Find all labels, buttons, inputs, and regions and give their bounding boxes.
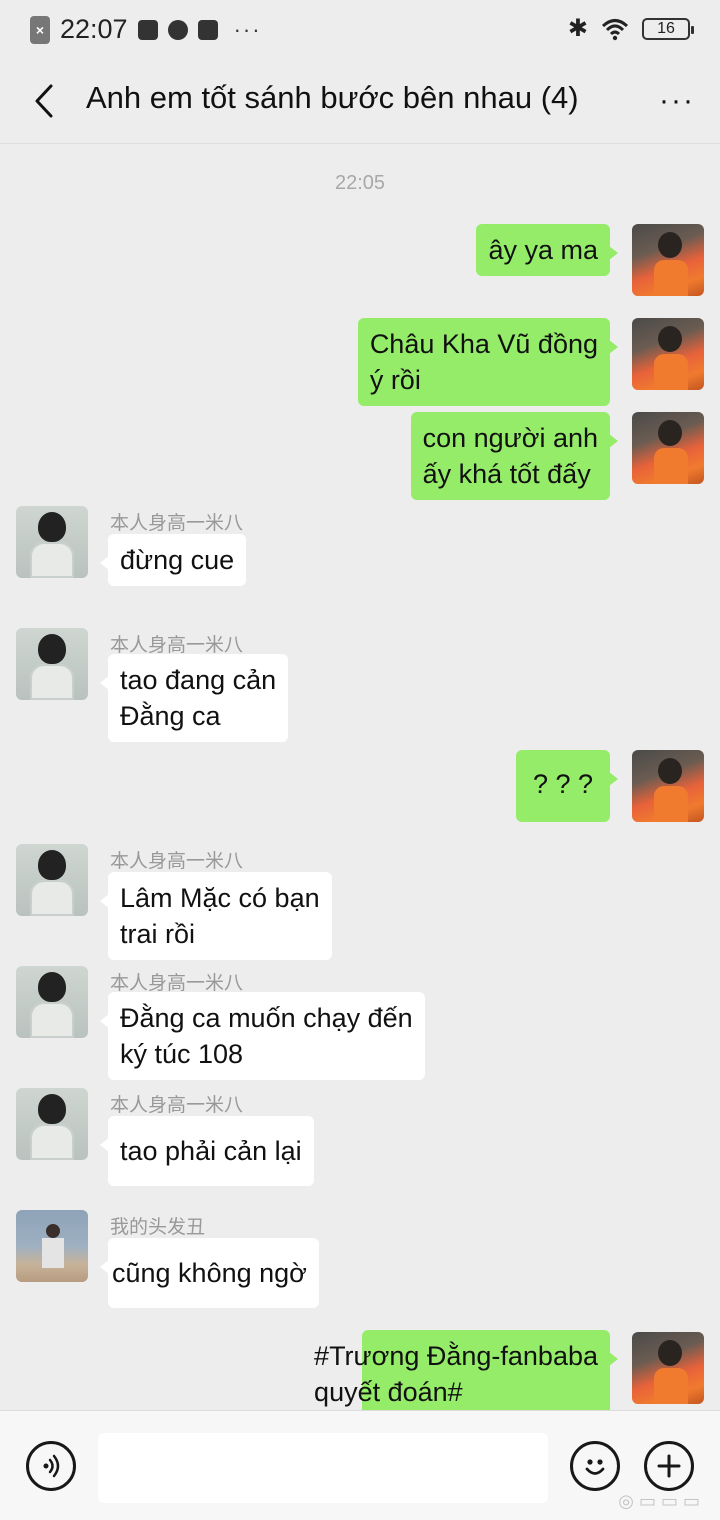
battery-icon: 16 xyxy=(642,17,694,40)
message-line: Đằng ca muốn chạy đến xyxy=(120,1003,413,1033)
screenshot-icon xyxy=(137,19,158,40)
app-notification-icon xyxy=(167,19,188,40)
sender-name: 我的头发丑 xyxy=(110,1217,206,1238)
message-bubble-incoming[interactable]: cũng không ngờ xyxy=(100,1238,319,1308)
message-bubble-incoming[interactable]: đừng cue xyxy=(99,534,247,586)
message-bubble-incoming[interactable]: Lâm Mặc có bạn trai rồi xyxy=(100,872,332,960)
avatar-self[interactable] xyxy=(632,224,704,296)
ellipsis-icon: ··· xyxy=(659,84,695,117)
plus-icon xyxy=(657,1454,681,1478)
sender-name: 本人身高一米八 xyxy=(110,973,244,994)
message-bubble-outgoing[interactable]: Châu Kha Vũ đồng ý rồi xyxy=(357,318,619,406)
chat-title: Anh em tốt sánh bước bên nhau (4) xyxy=(86,80,579,115)
message-timestamp: 22:05 xyxy=(334,172,386,194)
sender-name: 本人身高一米八 xyxy=(110,635,244,656)
status-bar: × 22:07 ··· ✱ 16 xyxy=(0,0,720,58)
more-button[interactable]: ··· xyxy=(652,78,702,124)
message-line: tao phải cản lại xyxy=(120,1136,302,1166)
message-line: ý rồi xyxy=(369,365,421,395)
message-line: ký túc 108 xyxy=(120,1039,244,1069)
notification-icon: × xyxy=(30,15,50,44)
avatar-self[interactable] xyxy=(632,318,704,390)
sender-name: 本人身高一米八 xyxy=(110,851,244,872)
message-line: tao đang cản xyxy=(120,665,277,695)
message-line: quyết đoán# xyxy=(314,1377,463,1407)
mail-icon xyxy=(197,19,218,40)
chevron-left-icon xyxy=(35,84,53,118)
smiley-icon xyxy=(585,1459,605,1475)
avatar-self[interactable] xyxy=(632,1332,704,1404)
avatar-self[interactable] xyxy=(632,412,704,484)
watermark-logo: ◎ ▭ ▭ ▭ xyxy=(618,1491,700,1511)
message-bubble-incoming[interactable]: Đằng ca muốn chạy đến ký túc 108 xyxy=(100,992,425,1080)
message-line: đừng cue xyxy=(120,545,235,575)
message-line: Châu Kha Vũ đồng xyxy=(369,329,598,359)
voice-icon xyxy=(43,1454,60,1478)
voice-button[interactable] xyxy=(26,1441,76,1491)
plus-button[interactable] xyxy=(644,1441,694,1491)
message-bubble-outgoing[interactable]: ? ? ? xyxy=(516,750,618,822)
message-line: ? ? ? xyxy=(532,769,594,799)
emoji-button[interactable] xyxy=(570,1441,620,1491)
sender-name: 本人身高一米八 xyxy=(110,513,244,534)
message-line: #Trương Đằng-fanbaba xyxy=(314,1341,598,1371)
message-line: ây ya ma xyxy=(488,235,598,265)
status-time: 22:07 xyxy=(60,14,128,44)
bluetooth-icon: ✱ xyxy=(567,15,588,42)
message-bubble-outgoing[interactable]: #Trương Đằng-fanbaba quyết đoán# xyxy=(314,1330,618,1418)
message-bubble-incoming[interactable]: tao phải cản lại xyxy=(100,1116,314,1186)
avatar-self[interactable] xyxy=(632,750,704,822)
avatar-friend[interactable] xyxy=(16,1210,88,1282)
avatar-friend[interactable] xyxy=(16,628,88,700)
sender-name: 本人身高一米八 xyxy=(110,1095,244,1116)
message-bubble-incoming[interactable]: tao đang cản Đằng ca xyxy=(99,654,289,742)
message-line: con người anh xyxy=(422,423,598,453)
avatar-friend[interactable] xyxy=(16,506,88,578)
message-bubble-outgoing[interactable]: con người anh ấy khá tốt đấy xyxy=(410,412,619,500)
message-line: Đằng ca xyxy=(120,701,221,731)
input-bar: ◎ ▭ ▭ ▭ xyxy=(0,1410,720,1520)
avatar-friend[interactable] xyxy=(16,844,88,916)
chat-header: Anh em tốt sánh bước bên nhau (4) ··· xyxy=(0,58,720,144)
message-line: trai rồi xyxy=(120,919,196,949)
battery-level: 16 xyxy=(657,19,675,37)
more-notifications-icon: ··· xyxy=(233,16,262,42)
message-line: Lâm Mặc có bạn xyxy=(120,883,320,913)
message-line: ấy khá tốt đấy xyxy=(422,459,591,489)
message-input[interactable] xyxy=(98,1433,548,1503)
message-bubble-outgoing[interactable]: ây ya ma xyxy=(476,224,618,276)
status-left: × 22:07 ··· xyxy=(30,14,262,45)
avatar-friend[interactable] xyxy=(16,966,88,1038)
wifi-icon xyxy=(601,18,629,40)
message-line: cũng không ngờ xyxy=(112,1258,307,1288)
status-right: ✱ 16 xyxy=(567,14,694,43)
back-button[interactable] xyxy=(22,76,66,126)
avatar-friend[interactable] xyxy=(16,1088,88,1160)
